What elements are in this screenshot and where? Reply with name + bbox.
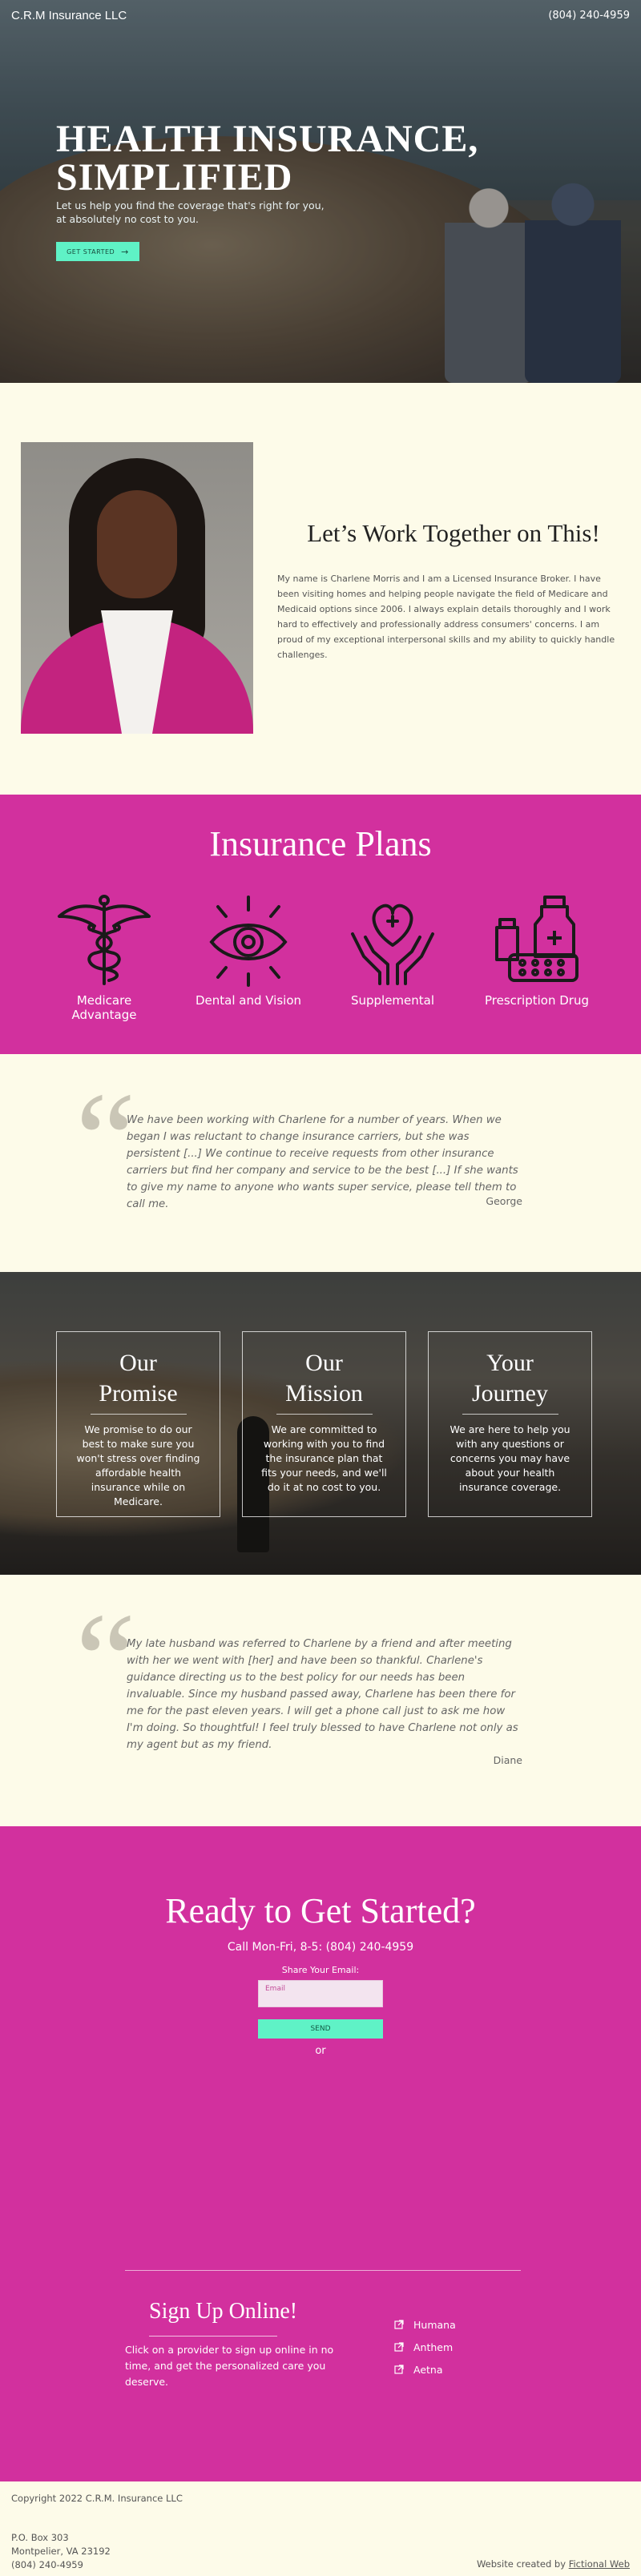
signup-underline (149, 2336, 277, 2337)
card-title-line2: Mission (285, 1380, 363, 1407)
footer-phone-link[interactable]: (804) 240-4959 (11, 2559, 83, 2570)
provider-label: Aetna (413, 2363, 443, 2376)
card-title: Your Journey (429, 1348, 591, 1409)
plans-heading: Insurance Plans (209, 824, 432, 863)
card-text: We are here to help you with any questio… (450, 1423, 570, 1493)
ready-call-text: Call Mon-Fri, 8-5: (804) 240-4959 (227, 1941, 414, 1954)
hero-subtitle: Let us help you find the coverage that's… (56, 199, 345, 226)
plan-label-line1: Prescription Drug (484, 993, 589, 1008)
footer-address: P.O. Box 303 Montpelier, VA 23192 (804) … (11, 2531, 111, 2572)
or-label: or (315, 2045, 326, 2057)
top-bar: C.R.M Insurance LLC (804) 240-4959 (0, 0, 641, 30)
ready-section: Ready to Get Started? Call Mon-Fri, 8-5:… (0, 1826, 641, 2481)
card-title: Our Mission (243, 1348, 405, 1409)
plan-supplemental[interactable]: Supplemental (325, 892, 461, 1022)
email-placeholder: Email (265, 1985, 285, 1993)
card-title-line1: Our (305, 1350, 343, 1376)
pill-bottles-icon (495, 896, 579, 982)
send-button[interactable]: SEND (258, 2019, 383, 2039)
plan-label-line2: Advantage (71, 1008, 137, 1022)
card-title-line2: Promise (99, 1380, 178, 1407)
hero-subtitle-line2: at absolutely no cost to you. (56, 213, 200, 225)
plan-medicare-advantage[interactable]: Medicare Advantage (36, 892, 172, 1022)
testimonial-text: My late husband was referred to Charlene… (127, 1638, 518, 1751)
insurance-plans-section: Insurance Plans Medicare Advantage Denta… (0, 795, 641, 1054)
portrait-face (97, 490, 177, 598)
plan-prescription-drug[interactable]: Prescription Drug (469, 892, 605, 1022)
plan-label-line1: Medicare (76, 993, 132, 1008)
site-brand-link[interactable]: C.R.M Insurance LLC (11, 9, 127, 22)
caduceus-icon (58, 895, 151, 985)
section-divider (125, 2270, 521, 2271)
card-divider (462, 1414, 558, 1415)
promise-card: Our Promise We promise to do our best to … (56, 1331, 220, 1517)
signup-text: Click on a provider to sign up online in… (125, 2344, 334, 2388)
provider-label: Humana (413, 2318, 456, 2331)
card-text: We promise to do our best to make sure y… (76, 1423, 200, 1507)
eye-icon (209, 896, 288, 987)
heart-hands-icon (351, 904, 434, 985)
share-email-label: Share Your Email: (281, 1965, 360, 1975)
copyright-text: Copyright 2022 C.R.M. Insurance LLC (11, 2493, 183, 2504)
hero-title-line2: SIMPLIFIED (56, 156, 293, 199)
get-started-label: GET STARTED (67, 248, 115, 256)
signup-title: Sign Up Online! (149, 2299, 298, 2324)
testimonial-section-1: “ We have been working with Charlene for… (0, 1054, 641, 1272)
provider-label: Anthem (413, 2341, 454, 2353)
promise-section: Our Promise We promise to do our best to … (0, 1272, 641, 1575)
external-link-icon (394, 2342, 404, 2352)
testimonial-author: George (486, 1195, 522, 1207)
card-title-line2: Journey (472, 1380, 548, 1407)
testimonial-author: Diane (493, 1754, 522, 1766)
hero-title-line1: HEALTH INSURANCE, (56, 118, 479, 160)
about-body: My name is Charlene Morris and I am a Li… (277, 574, 615, 660)
card-divider (90, 1414, 187, 1415)
card-text: We are committed to working with you to … (261, 1423, 387, 1493)
card-divider (276, 1414, 373, 1415)
address-line1: P.O. Box 303 (11, 2532, 69, 2543)
provider-link-anthem[interactable]: Anthem (394, 2336, 456, 2358)
about-section: Let’s Work Together on This! My name is … (0, 383, 641, 795)
plan-dental-vision[interactable]: Dental and Vision (180, 892, 316, 1022)
card-title: Our Promise (57, 1348, 220, 1409)
plan-label: Supplemental (325, 993, 461, 1008)
arrow-right-icon: → (121, 246, 129, 257)
about-heading: Let’s Work Together on This! (307, 519, 600, 547)
provider-links: Humana Anthem Aetna (394, 2313, 456, 2381)
credit-prefix: Website created by (476, 2558, 569, 2570)
provider-link-humana[interactable]: Humana (394, 2313, 456, 2336)
card-title-line1: Your (486, 1350, 534, 1376)
external-link-icon (394, 2365, 404, 2374)
address-line2: Montpelier, VA 23192 (11, 2546, 111, 2557)
testimonial-section-2: “ My late husband was referred to Charle… (0, 1575, 641, 1826)
footer: Copyright 2022 C.R.M. Insurance LLC P.O.… (0, 2481, 641, 2576)
ready-heading: Ready to Get Started? (165, 1891, 476, 1930)
plan-label: Dental and Vision (180, 993, 316, 1008)
testimonial-text: We have been working with Charlene for a… (127, 1114, 518, 1210)
credit-link[interactable]: Fictional Web (569, 2558, 630, 2570)
plan-label-line1: Dental and Vision (195, 993, 302, 1008)
journey-card: Your Journey We are here to help you with… (428, 1331, 592, 1517)
hero-section: C.R.M Insurance LLC (804) 240-4959 HEALT… (0, 0, 641, 383)
site-credit: Website created by Fictional Web (477, 2558, 630, 2570)
mission-card: Our Mission We are committed to working w… (242, 1331, 406, 1517)
email-input[interactable]: Email (258, 1980, 383, 2007)
plan-label: Medicare Advantage (36, 993, 172, 1022)
header-phone-link[interactable]: (804) 240-4959 (548, 10, 630, 22)
hero-title: HEALTH INSURANCE, SIMPLIFIED (56, 120, 569, 197)
hero-subtitle-line1: Let us help you find the coverage that's… (56, 199, 325, 211)
card-title-line1: Our (119, 1350, 157, 1376)
plan-label: Prescription Drug (469, 993, 605, 1008)
plans-row: Medicare Advantage Dental and Vision Sup… (0, 892, 641, 1022)
external-link-icon (394, 2320, 404, 2329)
get-started-button[interactable]: GET STARTED → (56, 242, 139, 261)
agent-portrait (21, 442, 253, 734)
provider-link-aetna[interactable]: Aetna (394, 2358, 456, 2381)
plan-label-line1: Supplemental (350, 993, 435, 1008)
